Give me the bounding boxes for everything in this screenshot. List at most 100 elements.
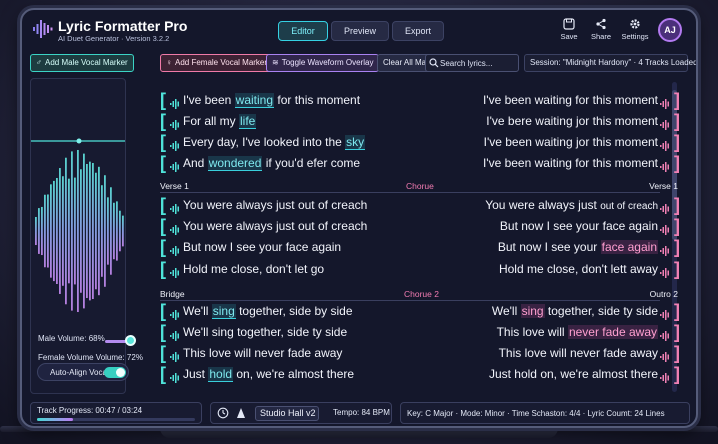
male-lyric-text[interactable]: We'll sing together, side ty side — [183, 325, 347, 339]
female-vocal-marker-icon[interactable] — [660, 328, 670, 346]
male-vocal-marker-icon[interactable] — [170, 265, 180, 283]
male-lyric-text[interactable]: Every day, I've looked into the sky — [183, 135, 366, 150]
male-vocal-marker-icon[interactable] — [170, 370, 180, 388]
female-lyric-text[interactable]: I've been waiting for this moment — [483, 93, 658, 107]
waveform-bar — [56, 178, 58, 284]
male-vocal-marker-icon[interactable] — [170, 201, 180, 219]
female-vocal-marker-icon[interactable] — [660, 370, 670, 388]
settings-button[interactable]: Settings — [620, 18, 650, 41]
share-label: Share — [590, 32, 611, 41]
gear-icon — [630, 19, 640, 29]
female-vocal-marker-icon[interactable] — [660, 159, 670, 177]
tab-editor[interactable]: Editor — [278, 21, 328, 41]
tab-export[interactable]: Export — [392, 21, 445, 41]
lyric-segment: I've been waiting for this moment — [482, 93, 658, 107]
lyric-row[interactable]: [] You were always just out of creach You … — [160, 195, 680, 215]
male-vocal-marker-icon[interactable] — [170, 328, 180, 346]
male-lyric-text[interactable]: I've been waiting for this moment — [183, 93, 360, 108]
male-vocal-marker-icon[interactable] — [170, 349, 180, 367]
female-lyric-text[interactable]: I've been waiting for this moment — [483, 156, 658, 170]
metronome-icon[interactable] — [235, 407, 247, 419]
save-button[interactable]: Save — [554, 18, 584, 41]
lyric-row[interactable]: [] Hold me close, don't let go Hold me clo… — [160, 259, 680, 279]
lyric-segment: And — [183, 156, 208, 170]
male-vocal-marker-icon[interactable] — [170, 138, 180, 156]
male-lyric-text[interactable]: For all my life — [183, 114, 257, 129]
lyric-row[interactable]: [] But now I see your face again But now I… — [160, 237, 680, 257]
lyrics-editor: Verse 1 Chorue Verse 1 Bridge Chorue 2 Outro … — [160, 90, 684, 392]
share-icon — [596, 18, 606, 30]
male-vocal-marker-icon[interactable] — [170, 222, 180, 240]
female-vocal-marker-icon[interactable] — [660, 265, 670, 283]
male-vocal-marker-icon[interactable] — [170, 117, 180, 135]
male-bracket: [ — [160, 237, 166, 257]
male-volume-slider-knob[interactable] — [125, 335, 136, 346]
lyric-row[interactable]: [] You were always just out of creach But … — [160, 216, 680, 236]
track-progress-bar[interactable] — [37, 418, 195, 421]
toggle-waveform-button[interactable]: ≋ Toggle Waveform Overlay — [266, 54, 380, 72]
male-lyric-text[interactable]: Just hold on, we're almost there — [183, 367, 355, 382]
female-lyric-text[interactable]: I've been waiting jor this moment — [484, 135, 658, 149]
auto-align-control[interactable]: Auto-Align Vocals — [37, 363, 129, 381]
male-lyric-text[interactable]: Hold me close, don't let go — [183, 262, 324, 276]
lyric-row[interactable]: [] Every day, I've looked into the sky I'v… — [160, 132, 680, 152]
lyric-segment: This love will — [496, 325, 568, 339]
clock-icon[interactable] — [217, 407, 229, 419]
male-bracket: [ — [160, 301, 166, 321]
female-vocal-marker-icon[interactable] — [660, 307, 670, 325]
tab-preview[interactable]: Preview — [331, 21, 390, 41]
highlighted-word: waiting — [234, 93, 275, 108]
male-lyric-text[interactable]: This love will never fade away — [183, 346, 342, 360]
studio-preset-select[interactable]: Studio Hall v2 — [255, 406, 319, 421]
waveform-visualizer[interactable] — [31, 81, 125, 321]
lyric-row[interactable]: [] I've been waiting for this moment I've … — [160, 90, 680, 110]
male-vocal-marker-icon[interactable] — [170, 307, 180, 325]
lyric-row[interactable]: [] This love will never fade away This lov… — [160, 343, 680, 363]
lyric-row[interactable]: [] For all my life I've bere waiting jor t… — [160, 111, 680, 131]
female-vocal-marker-icon[interactable] — [660, 138, 670, 156]
male-vocal-marker-icon[interactable] — [170, 96, 180, 114]
lyric-segment: Just — [183, 367, 209, 381]
lyric-segment: Hold me close, don't let go — [183, 262, 325, 276]
female-vocal-marker-icon[interactable] — [660, 222, 670, 240]
avatar[interactable]: AJ — [658, 18, 682, 42]
male-lyric-text[interactable]: But now I see your face again — [183, 240, 341, 254]
female-lyric-text[interactable]: I've bere waiting jor this moment — [486, 114, 658, 128]
lyric-row[interactable]: [] Just hold on, we're almost there Just h… — [160, 364, 680, 384]
female-lyric-text[interactable]: This love will never fade away — [497, 325, 658, 339]
male-lyric-text[interactable]: You were always just out of creach — [183, 219, 367, 233]
lyric-row[interactable]: [] We'll sing together, side by side We'll… — [160, 301, 680, 321]
female-lyric-text[interactable]: Hold me close, don't lett away — [499, 262, 658, 276]
female-vocal-marker-icon[interactable] — [660, 243, 670, 261]
lyric-row[interactable]: [] And wondered if you'd efer come I've be… — [160, 153, 680, 173]
female-lyric-text[interactable]: But now I see your face again — [498, 240, 658, 254]
female-lyric-text[interactable]: This love will never fade away — [499, 346, 658, 360]
share-button[interactable]: Share — [586, 18, 616, 41]
lyric-row[interactable]: [] We'll sing together, side ty side This … — [160, 322, 680, 342]
highlighted-word: wondered — [207, 156, 263, 171]
male-bracket: [ — [160, 364, 166, 384]
male-bracket: [ — [160, 343, 166, 363]
male-bracket: [ — [160, 153, 166, 173]
lyric-segment: But now I see your face again — [499, 219, 658, 233]
female-lyric-text[interactable]: We'll sing together, side ty side — [492, 304, 658, 318]
app-subtitle: AI Duet Generator · Version 3.2.2 — [58, 34, 170, 43]
male-lyric-text[interactable]: We'll sing together, side by side — [183, 304, 353, 319]
male-lyric-text[interactable]: And wondered if you'd efer come — [183, 156, 360, 171]
female-vocal-marker-icon[interactable] — [660, 117, 670, 135]
male-vocal-marker-icon[interactable] — [170, 243, 180, 261]
female-vocal-marker-icon[interactable] — [660, 96, 670, 114]
add-male-marker-button[interactable]: ♂ Add Male Vocal Marker — [30, 54, 134, 72]
add-female-marker-button[interactable]: ♀ Add Female Vocal Marker — [160, 54, 274, 72]
search-input[interactable] — [425, 54, 519, 72]
female-vocal-marker-icon[interactable] — [660, 201, 670, 219]
waveform-bar — [101, 185, 103, 277]
male-lyric-text[interactable]: You were always just out of creach — [183, 198, 367, 212]
female-vocal-marker-icon[interactable] — [660, 349, 670, 367]
female-lyric-text[interactable]: You were always just out of creach — [485, 198, 658, 212]
female-lyric-text[interactable]: But now I see your face again — [500, 219, 658, 233]
auto-align-toggle[interactable] — [104, 367, 126, 378]
male-vocal-marker-icon[interactable] — [170, 159, 180, 177]
female-lyric-text[interactable]: Just hold on, we're almost there — [489, 367, 658, 381]
lyric-segment: on, we're almost there — [233, 367, 355, 381]
